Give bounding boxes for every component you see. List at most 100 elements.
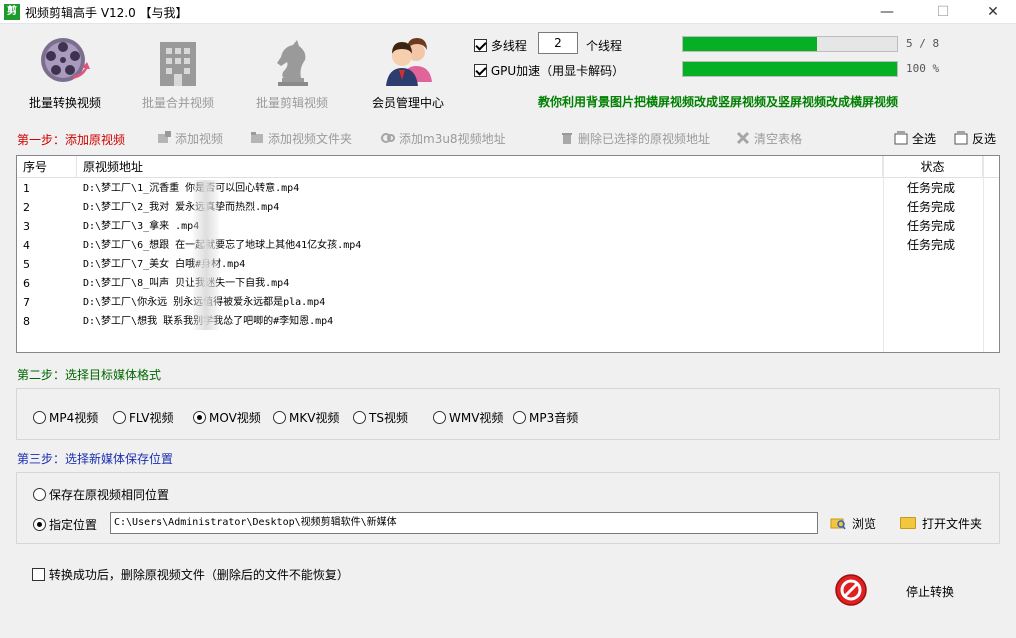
batch-merge-button[interactable]: 批量合并视频 <box>128 30 228 112</box>
row-status <box>883 312 979 331</box>
add-m3u8-button[interactable]: 添加m3u8视频地址 <box>381 130 506 147</box>
logo-icon: 剪 <box>4 4 20 20</box>
multithread-option[interactable]: 多线程 <box>474 37 527 54</box>
row-status <box>883 274 979 293</box>
add-folder-icon <box>251 132 263 143</box>
add-folder-button[interactable]: 添加视频文件夹 <box>250 130 352 147</box>
clear-x-icon <box>736 131 750 145</box>
delete-source-checkbox[interactable] <box>32 568 45 581</box>
add-video-button[interactable]: 添加视频 <box>157 130 223 147</box>
title-bar: 剪 视频剪辑高手 V12.0 【与我】 — ☐ ✕ <box>0 0 1016 24</box>
invert-selection-button[interactable]: 反选 <box>954 130 996 147</box>
format-label: MP3音频 <box>529 411 579 425</box>
film-reel-convert-icon <box>41 38 90 82</box>
batch-convert-button[interactable]: 批量转换视频 <box>15 30 115 112</box>
delete-selected-label: 删除已选择的原视频地址 <box>578 132 711 146</box>
step3-title: 第三步：选择新媒体保存位置 <box>17 452 174 466</box>
format-wmv-radio[interactable]: WMV视频 <box>433 409 503 426</box>
task-progress-bar <box>682 36 898 52</box>
task-progress-text: 5 / 8 <box>906 37 940 50</box>
format-label: MOV视频 <box>209 411 261 425</box>
promo-link[interactable]: 教你利用背景图片把横屏视频改成竖屏视频及竖屏视频改成横屏视频 <box>538 93 898 110</box>
header-status[interactable]: 状态 <box>883 156 983 178</box>
table-row[interactable]: 8 D:\梦工厂\想我 联系我别学我怂了吧唧的#李知恩.mp4 <box>17 312 999 331</box>
stop-icon[interactable] <box>834 573 868 607</box>
batch-edit-button[interactable]: 批量剪辑视频 <box>242 30 342 112</box>
step2-title: 第二步：选择目标媒体格式 <box>17 368 162 382</box>
row-status: 任务完成 <box>906 219 955 233</box>
format-flv-radio[interactable]: FLV视频 <box>113 409 173 426</box>
header-no[interactable]: 序号 <box>17 156 77 178</box>
multithread-label: 多线程 <box>490 39 527 53</box>
format-mkv-radio[interactable]: MKV视频 <box>273 409 339 426</box>
invert-selection-label: 反选 <box>972 132 997 146</box>
format-ts-radio[interactable]: TS视频 <box>353 409 408 426</box>
close-button[interactable]: ✕ <box>970 0 1016 24</box>
clear-table-label: 清空表格 <box>754 132 803 146</box>
thread-count-input[interactable]: 2 <box>538 32 578 54</box>
table-row[interactable]: 5 D:\梦工厂\7_美女 白哦#身材.mp4 <box>17 255 999 274</box>
stop-convert-button[interactable]: 停止转换 <box>906 583 954 600</box>
video-table[interactable]: 序号 原视频地址 状态 1 D:\梦工厂\1_沉香重 你是否可以回心转意.mp4… <box>16 155 1000 353</box>
delete-selected-button[interactable]: 删除已选择的原视频地址 <box>560 130 710 147</box>
redaction-blur <box>193 180 219 330</box>
row-no: 3 <box>23 220 30 233</box>
step1-title: 第一步：添加原视频 <box>17 133 126 147</box>
link-icon <box>381 133 395 143</box>
browse-button[interactable]: 浏览 <box>830 515 876 532</box>
row-no: 2 <box>23 201 30 214</box>
radio-icon <box>273 411 286 424</box>
open-folder-button[interactable]: 打开文件夹 <box>900 515 982 532</box>
clear-table-button[interactable]: 清空表格 <box>736 130 802 147</box>
header-path[interactable]: 原视频地址 <box>77 156 883 178</box>
row-no: 8 <box>23 315 30 328</box>
thread-unit-label: 个线程 <box>586 39 623 53</box>
building-merge-icon <box>160 42 196 86</box>
minimize-button[interactable]: — <box>864 0 910 24</box>
gpu-option[interactable]: GPU加速（用显卡解码） <box>474 62 624 79</box>
browse-label: 浏览 <box>852 517 877 531</box>
row-status <box>883 255 979 274</box>
window-title: 视频剪辑高手 V12.0 【与我】 <box>25 6 188 20</box>
table-row[interactable]: 4 D:\梦工厂\6_想跟 在一起就要忘了地球上其他41亿女孩.mp4 任务完成 <box>17 236 999 255</box>
custom-location-label: 指定位置 <box>49 518 98 532</box>
select-all-label: 全选 <box>912 132 937 146</box>
add-video-icon <box>158 131 171 143</box>
table-row[interactable]: 6 D:\梦工厂\8_叫声 贝让我迷失一下自我.mp4 <box>17 274 999 293</box>
same-location-label: 保存在原视频相同位置 <box>49 488 170 502</box>
batch-edit-label: 批量剪辑视频 <box>255 96 328 110</box>
select-all-icon <box>894 131 908 145</box>
table-row[interactable]: 7 D:\梦工厂\你永远 别永远值得被爱永远都是pla.mp4 <box>17 293 999 312</box>
format-mov-radio[interactable]: MOV视频 <box>193 409 261 426</box>
table-row[interactable]: 2 D:\梦工厂\2_我对 爱永远真挚而热烈.mp4 任务完成 <box>17 198 999 217</box>
member-center-button[interactable]: 会员管理中心 <box>358 30 458 112</box>
row-no: 6 <box>23 277 30 290</box>
row-no: 1 <box>23 182 30 195</box>
delete-source-option[interactable]: 转换成功后，删除原视频文件（删除后的文件不能恢复） <box>32 566 349 583</box>
save-path-input[interactable]: C:\Users\Administrator\Desktop\视频剪辑软件\新媒… <box>110 512 818 534</box>
format-mp4-radio[interactable]: MP4视频 <box>33 409 98 426</box>
multithread-checkbox[interactable] <box>474 39 487 52</box>
same-location-radio[interactable]: 保存在原视频相同位置 <box>33 486 169 503</box>
trash-icon <box>562 133 572 144</box>
add-m3u8-label: 添加m3u8视频地址 <box>399 132 506 146</box>
format-label: TS视频 <box>369 411 408 425</box>
format-label: FLV视频 <box>129 411 174 425</box>
batch-convert-label: 批量转换视频 <box>28 96 101 110</box>
custom-location-radio[interactable]: 指定位置 <box>33 516 97 533</box>
format-mp3-radio[interactable]: MP3音频 <box>513 409 578 426</box>
folder-icon <box>900 517 916 529</box>
format-label: MKV视频 <box>289 411 340 425</box>
add-video-label: 添加视频 <box>175 132 224 146</box>
radio-icon <box>513 411 526 424</box>
table-row[interactable]: 3 D:\梦工厂\3_拿来 .mp4 任务完成 <box>17 217 999 236</box>
row-status <box>883 293 979 312</box>
maximize-button[interactable]: ☐ <box>920 0 966 24</box>
table-row[interactable]: 1 D:\梦工厂\1_沉香重 你是否可以回心转意.mp4 任务完成 <box>17 179 999 198</box>
gpu-checkbox[interactable] <box>474 64 487 77</box>
select-all-button[interactable]: 全选 <box>894 130 936 147</box>
radio-icon <box>353 411 366 424</box>
file-progress-bar <box>682 61 898 77</box>
row-status: 任务完成 <box>906 200 955 214</box>
radio-icon <box>33 411 46 424</box>
